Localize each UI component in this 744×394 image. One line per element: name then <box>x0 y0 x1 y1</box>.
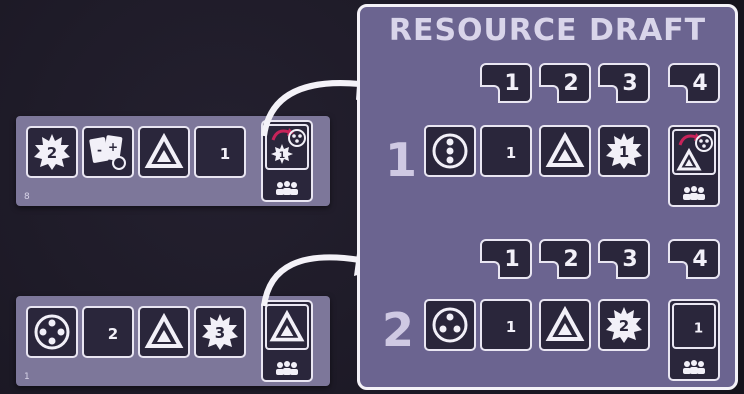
triangle-icon <box>545 305 585 341</box>
moon-icon: 1 <box>210 136 230 168</box>
dice-icon <box>432 307 468 343</box>
moon-icon: 1 <box>496 309 516 341</box>
svg-text:1: 1 <box>506 144 516 162</box>
svg-text:1: 1 <box>619 143 629 161</box>
position-label: 3 <box>622 246 638 272</box>
position-label: 2 <box>563 246 579 272</box>
tile-sun-1[interactable]: 1 <box>598 125 650 177</box>
triangle-icon <box>144 312 184 348</box>
tile-triangle[interactable] <box>539 299 591 351</box>
moon-icon: 2 <box>98 316 118 348</box>
position-tab-2[interactable]: 2 <box>539 239 591 279</box>
dice-icon <box>432 133 468 169</box>
svg-text:2: 2 <box>47 144 57 162</box>
people-icon <box>263 180 311 196</box>
tile-sun-2[interactable]: 2 <box>26 126 78 178</box>
draft-final-slot-2[interactable]: 1 <box>668 299 720 381</box>
sun-icon: 2 <box>606 307 642 343</box>
tile-triangle[interactable] <box>138 306 190 358</box>
position-label: 3 <box>622 70 638 96</box>
tile-moon-1[interactable]: 1 <box>194 126 246 178</box>
svg-text:+: + <box>108 140 118 154</box>
triangle-swap-icon <box>676 133 713 171</box>
sun-icon: 1 <box>606 133 642 169</box>
tile-moon-2[interactable]: 2 <box>82 306 134 358</box>
position-tab-1[interactable]: 1 <box>480 239 532 279</box>
moon-icon: 1 <box>496 135 516 167</box>
people-icon <box>670 185 718 201</box>
final-slot-2[interactable] <box>261 300 313 382</box>
people-icon <box>670 359 718 375</box>
svg-text:2: 2 <box>108 325 118 343</box>
position-tab-3[interactable]: 3 <box>598 63 650 103</box>
position-tab-1[interactable]: 1 <box>480 63 532 103</box>
position-label: 4 <box>692 70 708 96</box>
sun-icon: 3 <box>202 314 238 350</box>
triangle-icon <box>545 131 585 167</box>
tile-triangle[interactable] <box>539 125 591 177</box>
triangle-icon <box>269 309 305 342</box>
row-count: 1 <box>24 372 30 382</box>
draft-title: RESOURCE DRAFT <box>388 13 707 48</box>
draft-row-number: 2 <box>382 303 415 357</box>
final-slot-tile: 1 <box>672 303 716 349</box>
position-label: 1 <box>504 246 520 272</box>
tile-dice-3[interactable] <box>424 125 476 177</box>
svg-text:-: - <box>97 143 102 157</box>
position-tab-4[interactable]: 4 <box>668 239 720 279</box>
row-count: 8 <box>24 192 30 202</box>
final-slot-tile <box>265 304 309 350</box>
tile-triangle[interactable] <box>138 126 190 178</box>
position-label: 4 <box>692 246 708 272</box>
position-tab-4[interactable]: 4 <box>668 63 720 103</box>
tile-sun-2[interactable]: 2 <box>598 299 650 351</box>
tile-cards[interactable]: - + <box>82 126 134 178</box>
draft-final-slot-1[interactable] <box>668 125 720 207</box>
moon-icon: 1 <box>685 311 703 341</box>
position-tab-2[interactable]: 2 <box>539 63 591 103</box>
people-icon <box>263 360 311 376</box>
resource-draft-board: RESOURCE DRAFT 1 2 3 4 1 1 1 1 2 3 4 2 1… <box>357 4 738 390</box>
position-label: 2 <box>563 70 579 96</box>
position-label: 1 <box>504 70 520 96</box>
draft-row-number: 1 <box>385 133 418 187</box>
svg-text:2: 2 <box>619 317 629 335</box>
dice-icon <box>34 314 70 350</box>
sun-icon: 2 <box>34 134 70 170</box>
tile-moon-1[interactable]: 1 <box>480 125 532 177</box>
tile-dice-3[interactable] <box>424 299 476 351</box>
triangle-icon <box>144 132 184 168</box>
svg-text:3: 3 <box>215 324 225 342</box>
tile-moon-1[interactable]: 1 <box>480 299 532 351</box>
final-slot-tile <box>672 129 716 175</box>
svg-text:1: 1 <box>220 145 230 163</box>
svg-text:1: 1 <box>506 318 516 336</box>
cards-icon: - + <box>89 135 126 170</box>
tile-sun-3[interactable]: 3 <box>194 306 246 358</box>
svg-text:1: 1 <box>279 151 285 161</box>
svg-text:1: 1 <box>694 320 703 336</box>
position-tab-3[interactable]: 3 <box>598 239 650 279</box>
tile-dice-4[interactable] <box>26 306 78 358</box>
